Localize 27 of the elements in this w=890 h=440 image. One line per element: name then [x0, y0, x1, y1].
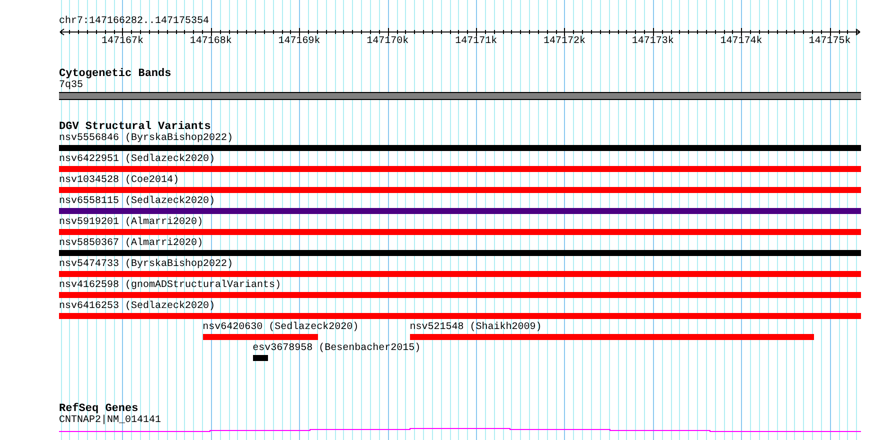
tick-label: 147175k [808, 36, 851, 48]
variant-label: nsv5850367 (Almarri2020) [59, 238, 204, 250]
variant-label: esv3678958 (Besenbacher2015) [252, 343, 421, 355]
tick-label: 147168k [190, 36, 232, 48]
tick-label: 147173k [632, 36, 674, 48]
tick-label: 147171k [455, 36, 498, 48]
band-label: 7q35 [59, 80, 84, 92]
track-title: RefSeq Genes [59, 403, 138, 415]
variant-label: nsv4162598 (gnomADStructuralVariants) [59, 280, 282, 292]
variant-label: nsv521548 (Shaikh2009) [410, 322, 542, 334]
tick-label: 147167k [101, 36, 144, 48]
location-label: chr7:147166282..147175354 [59, 16, 210, 28]
variant-label: nsv6558115 (Sedlazeck2020) [59, 196, 216, 208]
variant-label: nsv5474733 (ByrskaBishop2022) [59, 259, 234, 271]
track-title: Cytogenetic Bands [59, 68, 172, 80]
variant-label: nsv5919201 (Almarri2020) [59, 217, 204, 229]
tick-label: 147169k [278, 36, 320, 48]
track-title: DGV Structural Variants [59, 121, 211, 133]
gene-label: CNTNAP2|NM_014141 [59, 415, 162, 427]
tick-label: 147172k [543, 36, 586, 48]
variant-label: nsv6420630 (Sedlazeck2020) [202, 322, 359, 334]
variant-label: nsv6422951 (Sedlazeck2020) [59, 154, 216, 166]
variant-label: nsv1034528 (Coe2014) [59, 175, 180, 187]
tick-label: 147174k [720, 36, 762, 48]
variant-label: nsv6416253 (Sedlazeck2020) [59, 301, 216, 313]
variant-label: nsv5556846 (ByrskaBishop2022) [59, 133, 234, 145]
tick-label: 147170k [366, 36, 409, 48]
